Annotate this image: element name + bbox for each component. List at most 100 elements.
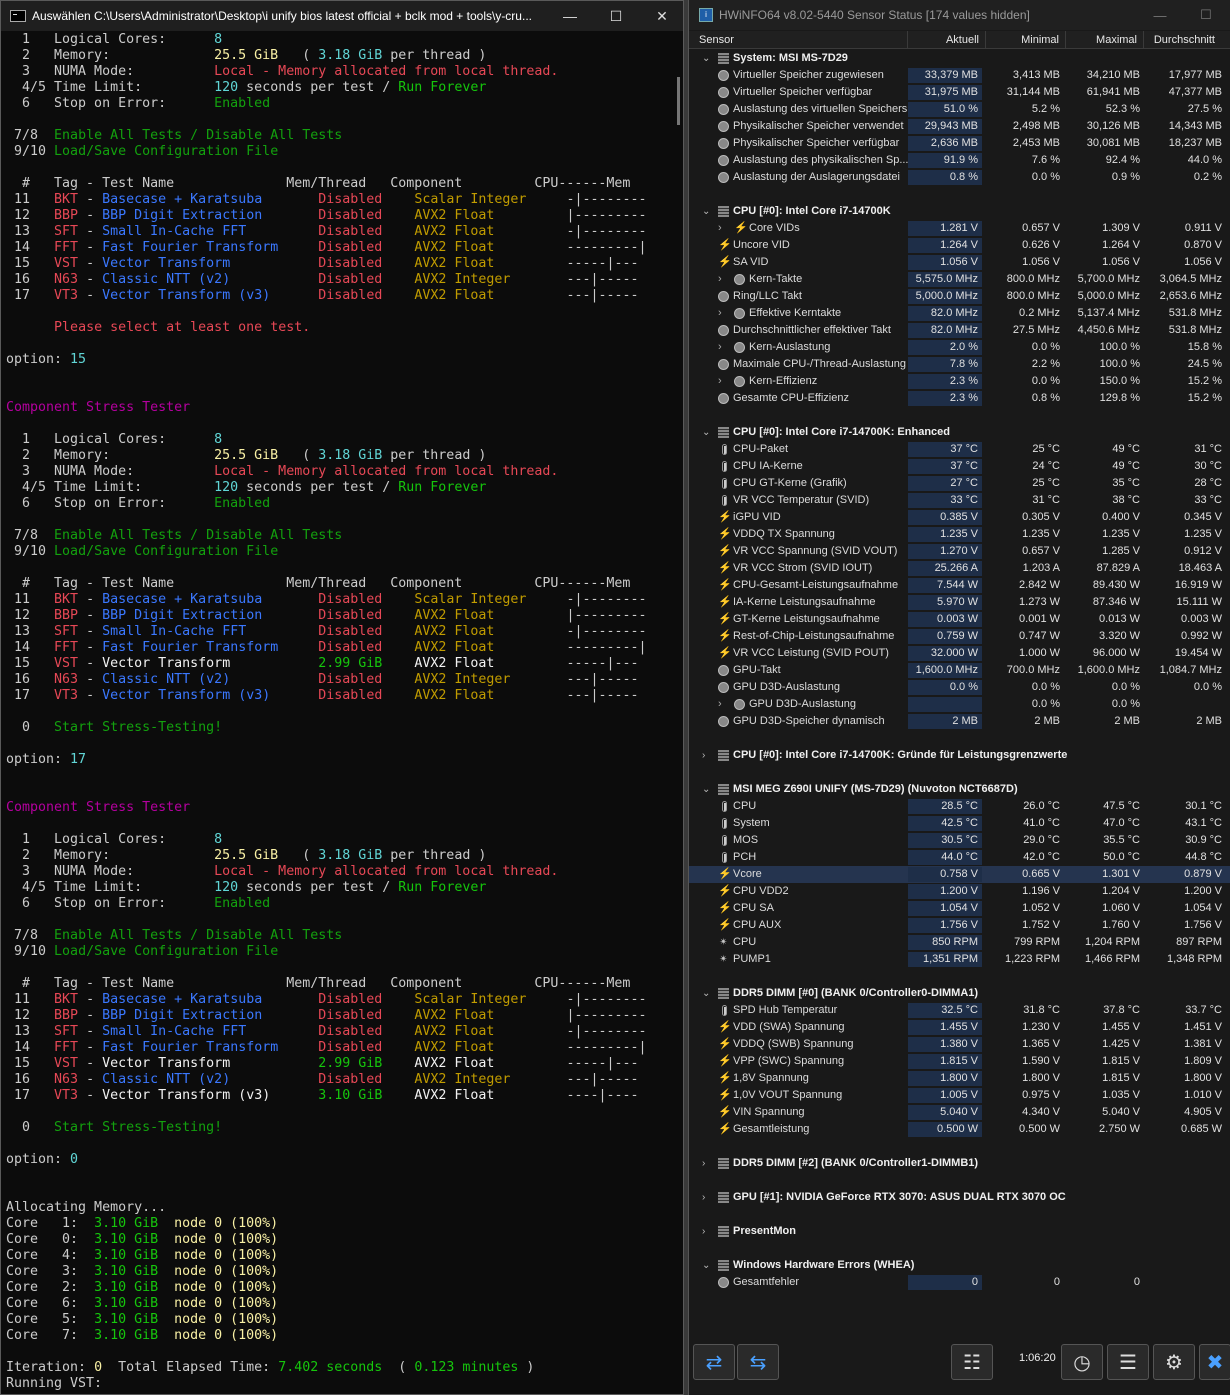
maximize-button[interactable]: ☐: [593, 1, 639, 31]
hwinfo-titlebar[interactable]: i HWiNFO64 v8.02-5440 Sensor Status [174…: [689, 0, 1230, 30]
sensor-group[interactable]: › DDR5 DIMM [#2] (BANK 0/Controller1-DIMM…: [689, 1155, 1230, 1172]
sensor-group[interactable]: ⌄ Windows Hardware Errors (WHEA): [689, 1257, 1230, 1274]
sensor-row[interactable]: Durchschnittlicher effektiver Takt 82.0 M…: [689, 322, 1230, 339]
expand-chevron-icon[interactable]: ⌄: [702, 203, 710, 220]
sensor-group[interactable]: ⌄ CPU [#0]: Intel Core i7-14700K: Enhance…: [689, 424, 1230, 441]
sensor-row[interactable]: ⚡ VIN Spannung 5.040 V 4.340 V 5.040 V 4.905 …: [689, 1104, 1230, 1121]
expand-chevron-icon[interactable]: ›: [702, 1155, 705, 1172]
expand-chevron-icon[interactable]: ⌄: [702, 50, 710, 67]
expand-chevron-icon[interactable]: ›: [718, 271, 722, 288]
sensor-row[interactable]: › Kern-Auslastung 2.0 % 0.0 % 100.0 % 15.8 %: [689, 339, 1230, 356]
col-min[interactable]: Minimal: [986, 31, 1066, 49]
expand-chevron-icon[interactable]: ⌄: [702, 985, 710, 1002]
sensor-row[interactable]: Virtueller Speicher verfügbar 31,975 MB 31…: [689, 84, 1230, 101]
minimize-button[interactable]: —: [547, 1, 593, 31]
sensor-row[interactable]: Physikalischer Speicher verfügbar 2,636 M…: [689, 135, 1230, 152]
expand-chevron-icon[interactable]: ›: [702, 1223, 705, 1240]
sensor-group[interactable]: › PresentMon: [689, 1223, 1230, 1240]
sensor-row[interactable]: Auslastung des physikalischen Sp... 91.9 …: [689, 152, 1230, 169]
column-header[interactable]: Sensor Aktuell Minimal Maximal Durchschn…: [689, 31, 1230, 49]
close-button[interactable]: ✕: [639, 1, 685, 31]
sensor-row[interactable]: VR VCC Temperatur (SVID) 33 °C 31 °C 38 °C 3…: [689, 492, 1230, 509]
sensor-row[interactable]: CPU-Paket 37 °C 25 °C 49 °C 31 °C: [689, 441, 1230, 458]
sensor-row[interactable]: ⚡ SA VID 1.056 V 1.056 V 1.056 V 1.056 V: [689, 254, 1230, 271]
sensor-row[interactable]: ⚡ IA-Kerne Leistungsaufnahme 5.970 W 1.273 …: [689, 594, 1230, 611]
sensor-row[interactable]: Maximale CPU-/Thread-Auslastung 7.8 % 2.2 …: [689, 356, 1230, 373]
sensor-row[interactable]: GPU D3D-Speicher dynamisch 2 MB 2 MB 2 MB 2 …: [689, 713, 1230, 730]
sensor-row[interactable]: CPU 28.5 °C 26.0 °C 47.5 °C 30.1 °C: [689, 798, 1230, 815]
sensor-group[interactable]: ⌄ System: MSI MS-7D29: [689, 50, 1230, 67]
sensor-row[interactable]: ⚡ Vcore 0.758 V 0.665 V 1.301 V 0.879 V: [689, 866, 1230, 883]
console-output[interactable]: 1 Logical Cores: 8 2 Memory: 25.5 GiB ( …: [6, 32, 674, 1392]
sensor-row[interactable]: › Kern-Effizienz 2.3 % 0.0 % 150.0 % 15.2 %: [689, 373, 1230, 390]
collapse-arrows-icon[interactable]: ⇆: [737, 1344, 779, 1380]
sensor-row[interactable]: ⚡ 1,8V Spannung 1.800 V 1.800 V 1.815 V 1.800…: [689, 1070, 1230, 1087]
expand-chevron-icon[interactable]: ›: [702, 747, 705, 764]
expand-chevron-icon[interactable]: ›: [718, 373, 722, 390]
sensor-row[interactable]: Virtueller Speicher zugewiesen 33,379 MB 3…: [689, 67, 1230, 84]
sensor-group[interactable]: ⌄ DDR5 DIMM [#0] (BANK 0/Controller0-DIMM…: [689, 985, 1230, 1002]
sensor-row[interactable]: ⚡ iGPU VID 0.385 V 0.305 V 0.400 V 0.345 V: [689, 509, 1230, 526]
sensor-group[interactable]: ⌄ MSI MEG Z690I UNIFY (MS-7D29) (Nuvoton …: [689, 781, 1230, 798]
sensor-row[interactable]: SPD Hub Temperatur 32.5 °C 31.8 °C 37.8 °C 3…: [689, 1002, 1230, 1019]
clock-reset-icon[interactable]: ◷: [1061, 1344, 1103, 1380]
col-current[interactable]: Aktuell: [908, 31, 986, 49]
sensor-row[interactable]: ⚡ CPU-Gesamt-Leistungsaufnahme 7.544 W 2.84…: [689, 577, 1230, 594]
sensor-row[interactable]: CPU IA-Kerne 37 °C 24 °C 49 °C 30 °C: [689, 458, 1230, 475]
expand-chevron-icon[interactable]: ›: [718, 305, 722, 322]
report-icon[interactable]: ☰: [1107, 1344, 1149, 1380]
expand-chevron-icon[interactable]: ⌄: [702, 781, 710, 798]
hwinfo-maximize-button[interactable]: ☐: [1183, 0, 1229, 30]
settings-gear-icon[interactable]: ⚙: [1153, 1344, 1195, 1380]
col-avg[interactable]: Durchschnitt: [1144, 31, 1221, 49]
sensor-row[interactable]: › Kern-Takte 5,575.0 MHz 800.0 MHz 5,700.0 M…: [689, 271, 1230, 288]
expand-chevron-icon[interactable]: ›: [718, 220, 722, 237]
sensor-row[interactable]: Auslastung des virtuellen Speichers 51.0 …: [689, 101, 1230, 118]
scrollbar-thumb[interactable]: [677, 77, 680, 125]
sensor-row[interactable]: MOS 30.5 °C 29.0 °C 35.5 °C 30.9 °C: [689, 832, 1230, 849]
sensor-row[interactable]: Ring/LLC Takt 5,000.0 MHz 800.0 MHz 5,000.0…: [689, 288, 1230, 305]
expand-chevron-icon[interactable]: ⌄: [702, 1257, 710, 1274]
console-titlebar[interactable]: Auswählen C:\Users\Administrator\Desktop…: [1, 1, 683, 31]
sensor-row[interactable]: Gesamtfehler 0 0 0: [689, 1274, 1230, 1291]
sensor-group[interactable]: › GPU [#1]: NVIDIA GeForce RTX 3070: ASUS…: [689, 1189, 1230, 1206]
sensor-row[interactable]: System 42.5 °C 41.0 °C 47.0 °C 43.1 °C: [689, 815, 1230, 832]
expand-chevron-icon[interactable]: ⌄: [702, 424, 710, 441]
hwinfo-minimize-button[interactable]: —: [1137, 0, 1183, 30]
sensor-row[interactable]: ⚡ CPU AUX 1.756 V 1.752 V 1.760 V 1.756 V: [689, 917, 1230, 934]
sensor-row[interactable]: › GPU D3D-Auslastung 0.0 % 0.0 %: [689, 696, 1230, 713]
console-scrollbar[interactable]: [674, 32, 684, 1394]
sensor-row[interactable]: ⚡ VDD (SWA) Spannung 1.455 V 1.230 V 1.455 V…: [689, 1019, 1230, 1036]
expand-arrows-icon[interactable]: ⇄: [693, 1344, 735, 1380]
col-sensor[interactable]: Sensor: [689, 31, 908, 49]
expand-chevron-icon[interactable]: ›: [718, 339, 722, 356]
sensor-row[interactable]: CPU GT-Kerne (Grafik) 27 °C 25 °C 35 °C 28 °…: [689, 475, 1230, 492]
sensor-row[interactable]: ⚡ GT-Kerne Leistungsaufnahme 0.003 W 0.001 …: [689, 611, 1230, 628]
sensor-row[interactable]: GPU-Takt 1,600.0 MHz 700.0 MHz 1,600.0 MHz 1…: [689, 662, 1230, 679]
sensor-row[interactable]: ⚡ Rest-of-Chip-Leistungsaufnahme 0.759 W 0.…: [689, 628, 1230, 645]
expand-chevron-icon[interactable]: ›: [718, 696, 722, 713]
sensor-row[interactable]: ⚡ VR VCC Spannung (SVID VOUT) 1.270 V 0.657…: [689, 543, 1230, 560]
sensor-row[interactable]: GPU D3D-Auslastung 0.0 % 0.0 % 0.0 % 0.0 %: [689, 679, 1230, 696]
sensor-list[interactable]: ⌄ System: MSI MS-7D29 Virtueller Speicher …: [689, 50, 1230, 1291]
col-max[interactable]: Maximal: [1066, 31, 1144, 49]
sensor-row[interactable]: ⚡ Gesamtleistung 0.500 W 0.500 W 2.750 W 0.68…: [689, 1121, 1230, 1138]
close-x-icon[interactable]: ✖: [1199, 1344, 1230, 1380]
sensor-row[interactable]: ⚡ 1,0V VOUT Spannung 1.005 V 0.975 V 1.035 V…: [689, 1087, 1230, 1104]
sensor-group[interactable]: ⌄ CPU [#0]: Intel Core i7-14700K: [689, 203, 1230, 220]
sensor-row[interactable]: › Effektive Kerntakte 82.0 MHz 0.2 MHz 5,137…: [689, 305, 1230, 322]
sensor-row[interactable]: ✴ CPU 850 RPM 799 RPM 1,204 RPM 897 RPM: [689, 934, 1230, 951]
sensor-row[interactable]: ⚡ VR VCC Strom (SVID IOUT) 25.266 A 1.203 A…: [689, 560, 1230, 577]
sensor-row[interactable]: ⚡ VR VCC Leistung (SVID POUT) 32.000 W 1.00…: [689, 645, 1230, 662]
sensor-row[interactable]: ✴ PUMP1 1,351 RPM 1,223 RPM 1,466 RPM 1,348 R…: [689, 951, 1230, 968]
network-icon[interactable]: ☷: [951, 1344, 993, 1380]
sensor-row[interactable]: ⚡ CPU SA 1.054 V 1.052 V 1.060 V 1.054 V: [689, 900, 1230, 917]
sensor-row[interactable]: › ⚡ Core VIDs 1.281 V 0.657 V 1.309 V 0.911 V: [689, 220, 1230, 237]
sensor-row[interactable]: ⚡ VPP (SWC) Spannung 1.815 V 1.590 V 1.815 V…: [689, 1053, 1230, 1070]
sensor-row[interactable]: Auslastung der Auslagerungsdatei 0.8 % 0.0…: [689, 169, 1230, 186]
sensor-row[interactable]: ⚡ Uncore VID 1.264 V 0.626 V 1.264 V 0.870 V: [689, 237, 1230, 254]
sensor-group[interactable]: › CPU [#0]: Intel Core i7-14700K: Gründe …: [689, 747, 1230, 764]
sensor-row[interactable]: ⚡ CPU VDD2 1.200 V 1.196 V 1.204 V 1.200 V: [689, 883, 1230, 900]
sensor-row[interactable]: PCH 44.0 °C 42.0 °C 50.0 °C 44.8 °C: [689, 849, 1230, 866]
expand-chevron-icon[interactable]: ›: [702, 1189, 705, 1206]
